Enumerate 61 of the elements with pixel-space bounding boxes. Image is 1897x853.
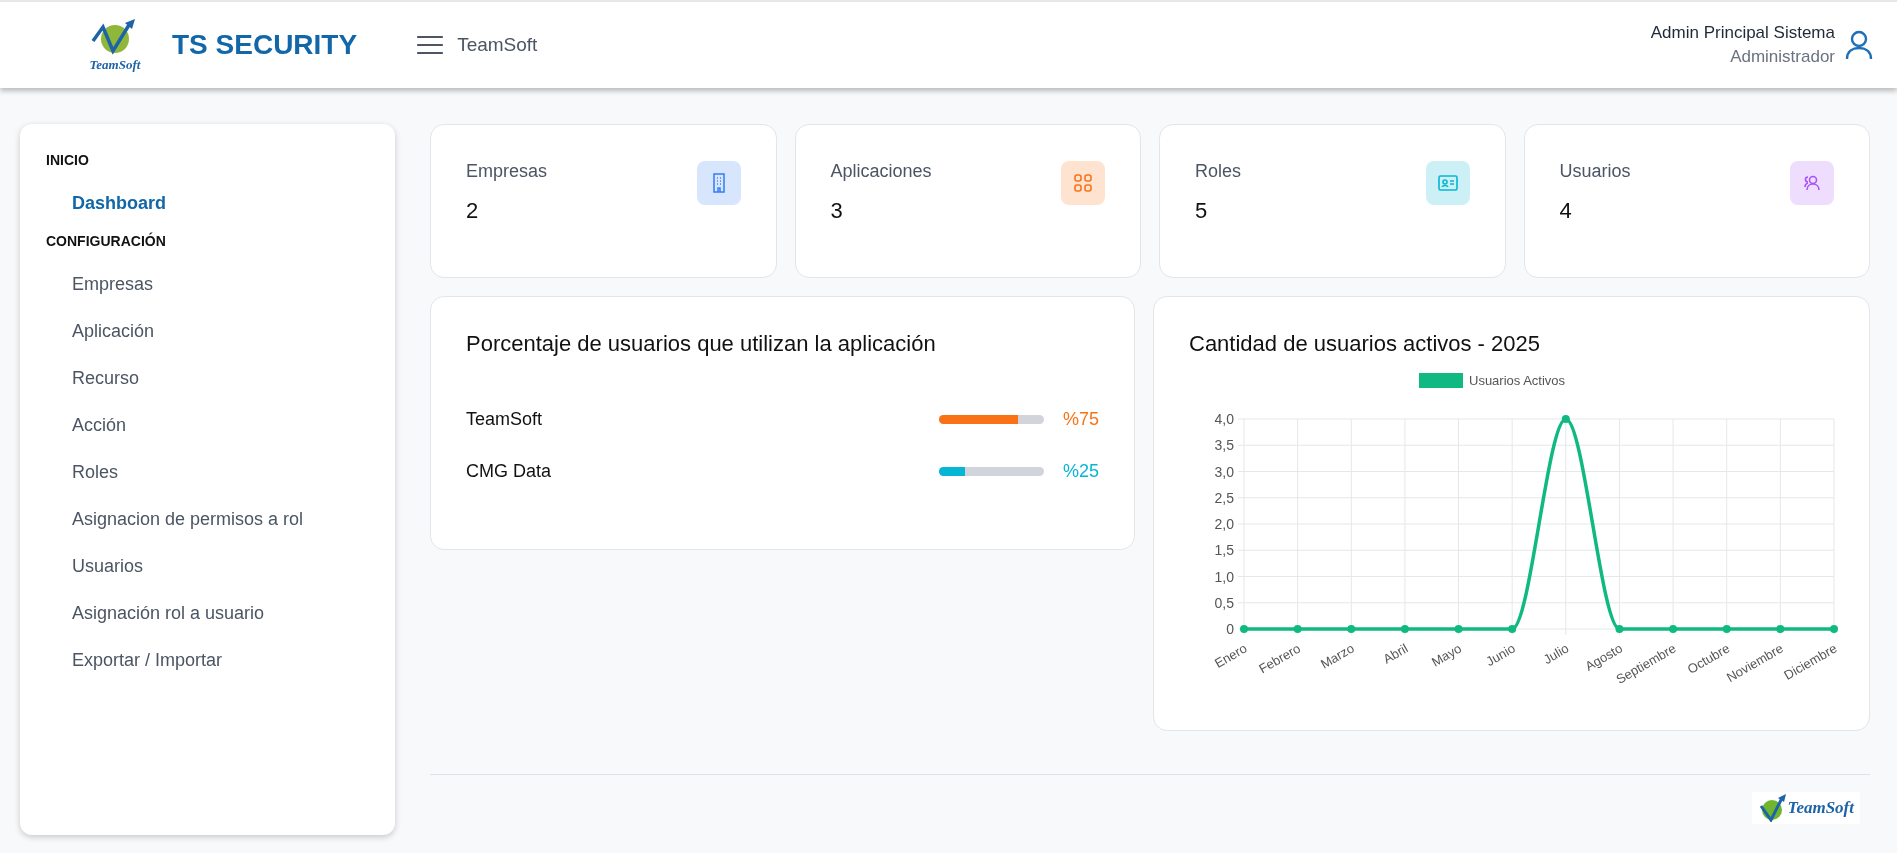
legend-label: Usuarios Activos [1469,373,1566,388]
sidebar-item[interactable]: Empresas [46,261,180,308]
card-title: Porcentaje de usuarios que utilizan la aplicación [466,331,937,357]
data-point [1615,625,1624,633]
percent-label: %25 [1061,461,1099,482]
y-tick-label: 0 [1226,621,1234,637]
sidebar-item[interactable]: Asignacion de permisos a rol [46,496,330,543]
y-tick-label: 1,5 [1214,542,1234,559]
sidebar-item[interactable]: Usuarios [46,543,170,590]
sidebar-item[interactable]: Aplicación [46,308,181,355]
sidebar-item[interactable]: Roles [46,449,145,496]
y-tick-label: 2,5 [1214,489,1234,506]
teamsoft-logo: TeamSoft [80,17,150,73]
data-point [1347,625,1356,633]
stat-label: Aplicaciones [830,161,932,182]
sidebar-item[interactable]: Exportar / Importar [46,637,249,684]
x-tick-label: Abril [1380,640,1411,667]
stat-value: 4 [1559,198,1573,224]
data-point [1561,415,1570,423]
app-name: CMG Data [466,461,553,482]
percent-label: %75 [1061,409,1099,430]
data-point [1830,625,1838,633]
stat-value: 2 [466,198,480,224]
app-name: TeamSoft [466,409,544,430]
stat-value: 3 [830,198,844,224]
y-tick-label: 3,5 [1214,437,1234,454]
x-tick-label: Julio [1540,640,1572,667]
data-point [1454,625,1463,633]
sidebar-item[interactable]: Acción [46,402,153,449]
user-role: Administrador [1730,47,1835,67]
y-tick-label: 3,0 [1214,463,1234,480]
sidebar-item[interactable]: Dashboard [46,180,193,227]
y-tick-label: 4,0 [1214,411,1234,427]
data-point [1722,625,1731,633]
section-title: CONFIGURACIÓN [46,231,167,251]
stat-label: Roles [1195,161,1242,182]
x-tick-label: Enero [1211,640,1250,671]
teamsoft-logo: TeamSoft [1751,792,1860,824]
sidebar-item[interactable]: Asignación rol a usuario [46,590,291,637]
user-icon[interactable] [1845,30,1873,60]
x-tick-label: Junio [1483,640,1518,670]
data-point [1293,625,1302,633]
user-name: Admin Principal Sistema [1650,23,1835,43]
company-name: TeamSoft [457,34,538,56]
y-tick-label: 2,0 [1214,516,1234,532]
sidebar-item[interactable]: Recurso [46,355,166,402]
app-title: TS SECURITY [172,29,358,61]
data-point [1240,625,1248,633]
section-title: INICIO [46,151,90,170]
x-tick-label: Mayo [1429,640,1465,670]
data-point [1669,625,1678,633]
stat-label: Usuarios [1559,161,1631,182]
stat-value: 5 [1195,198,1209,224]
menu-icon[interactable] [417,35,444,55]
y-tick-label: 1,0 [1214,568,1234,585]
data-point [1508,625,1517,633]
data-point [1400,625,1409,633]
stat-label: Empresas [466,161,548,182]
y-tick-label: 0,5 [1214,594,1234,611]
card-title: Cantidad de usuarios activos - 2025 [1189,331,1541,357]
data-point [1776,625,1785,633]
